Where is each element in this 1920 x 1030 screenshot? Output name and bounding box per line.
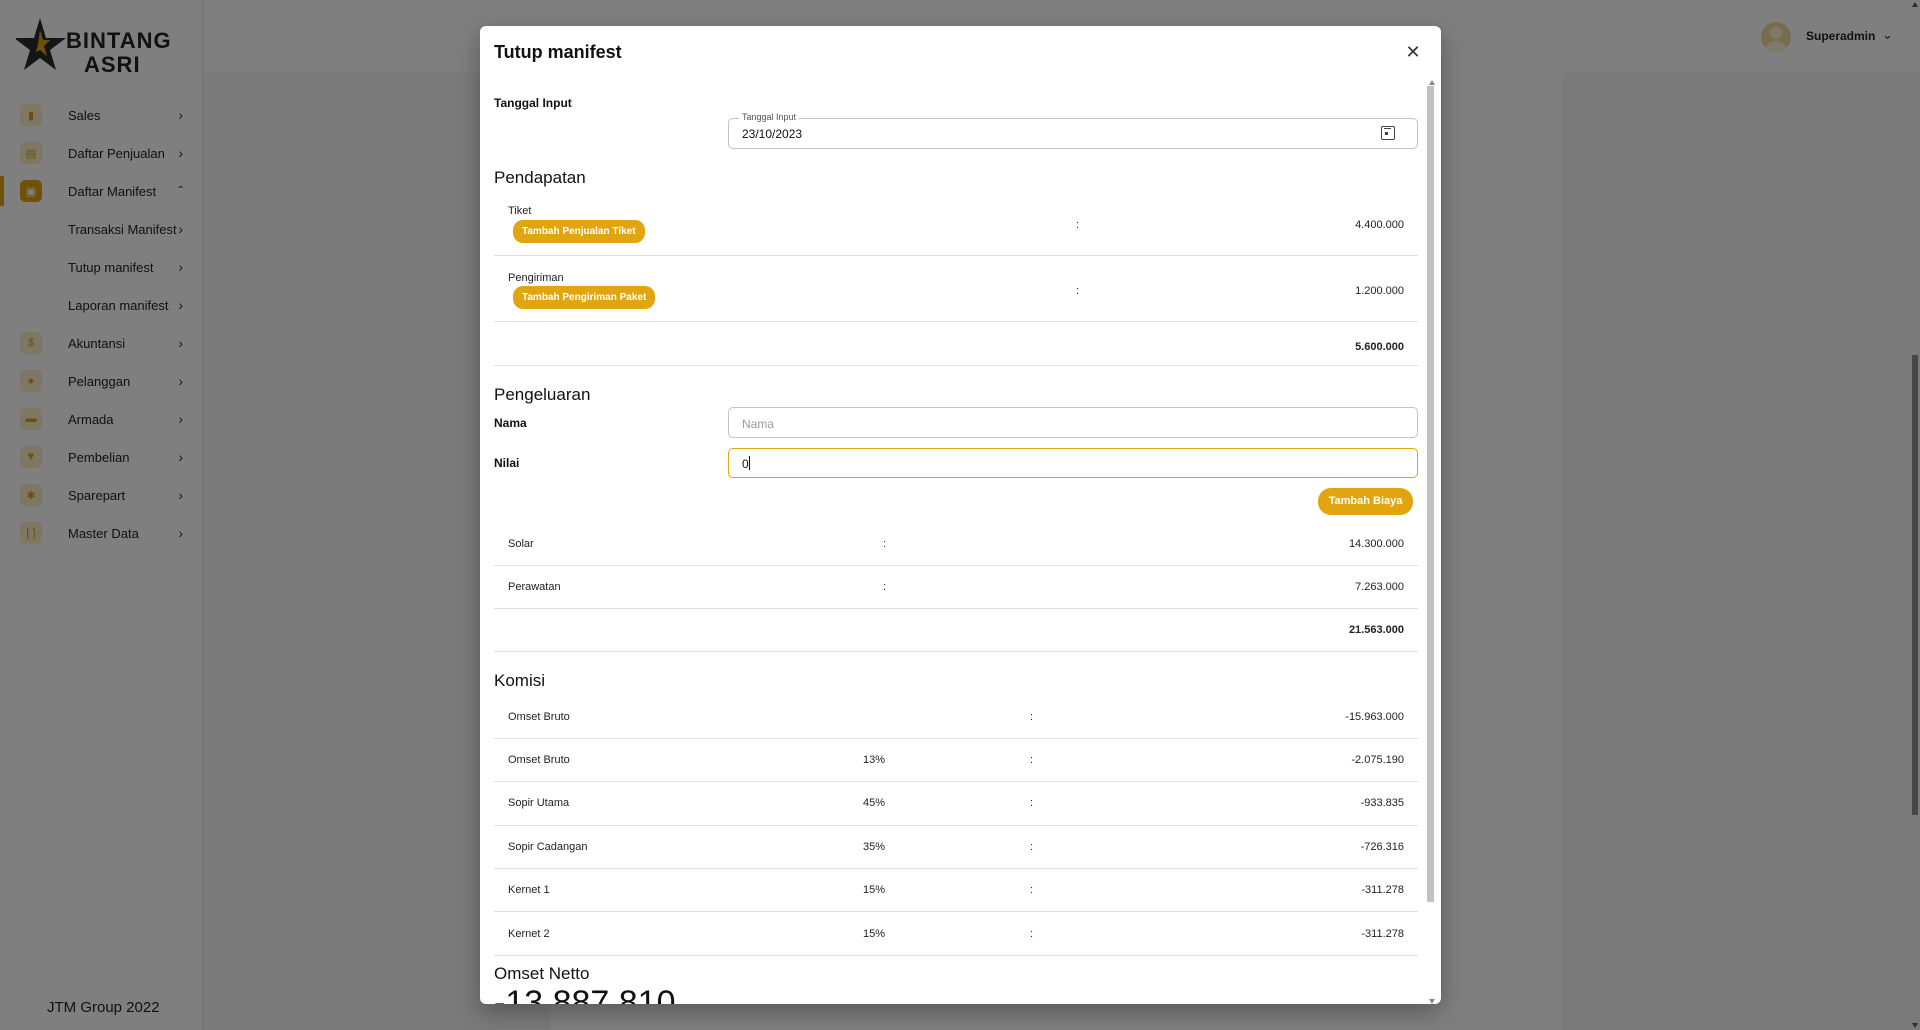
dialog-title: Tutup manifest: [494, 42, 622, 62]
komisi-row-percent: 13%: [863, 754, 886, 766]
row-colon: :: [1076, 219, 1080, 231]
nilai-label: Nilai: [494, 456, 520, 470]
pendapatan-row-label: Tiket: [508, 205, 532, 217]
pendapatan-row-label: Pengiriman: [508, 272, 564, 284]
komisi-row-percent: 15%: [863, 884, 886, 896]
komisi-row-amount: -933.835: [1360, 797, 1404, 809]
komisi-row-amount: -15.963.000: [1345, 711, 1404, 723]
komisi-row-percent: 35%: [863, 841, 886, 853]
omset-netto-value: -13.887.810: [494, 984, 676, 1004]
pengeluaran-row-solar: Solar : 14.300.000: [494, 522, 1418, 566]
pengeluaran-total-row: 21.563.000: [494, 609, 1418, 652]
pengeluaran-row-amount: 7.263.000: [1355, 581, 1404, 593]
pengeluaran-total: 21.563.000: [1348, 624, 1404, 636]
dialog-body: Tanggal Input Tanggal Input 23/10/2023 P…: [494, 80, 1418, 1004]
row-colon: :: [883, 538, 887, 550]
komisi-title: Komisi: [494, 671, 546, 690]
pendapatan-total: 5.600.000: [1355, 341, 1404, 353]
tutup-manifest-dialog: Tutup manifest ✕ Tanggal Input Tanggal I…: [480, 26, 1441, 1004]
komisi-row-amount: -311.278: [1361, 928, 1404, 940]
row-colon: :: [1030, 841, 1034, 853]
pengeluaran-title: Pengeluaran: [494, 385, 591, 404]
komisi-row: Kernet 1 15% : -311.278: [494, 869, 1418, 912]
row-colon: :: [1030, 797, 1034, 809]
pengeluaran-row-perawatan: Perawatan : 7.263.000: [494, 566, 1418, 609]
scroll-up-arrow-icon[interactable]: [1429, 80, 1435, 85]
tanggal-input-field[interactable]: Tanggal Input 23/10/2023: [728, 112, 1418, 149]
omset-netto-title: Omset Netto: [494, 964, 590, 983]
pendapatan-title: Pendapatan: [494, 168, 586, 187]
komisi-row-percent: 15%: [863, 928, 886, 940]
pendapatan-row-pengiriman: Pengiriman Tambah Pengiriman Paket : 1.2…: [494, 256, 1418, 322]
row-colon: :: [1030, 711, 1034, 723]
pengeluaran-row-amount: 14.300.000: [1348, 538, 1404, 550]
komisi-row-label: Kernet 1: [508, 884, 550, 896]
scrollbar-thumb[interactable]: [1427, 86, 1434, 902]
pendapatan-row-amount: 1.200.000: [1355, 285, 1404, 297]
row-colon: :: [1030, 884, 1034, 896]
tanggal-input-value: 23/10/2023: [742, 127, 803, 141]
komisi-row: Kernet 2 15% : -311.278: [494, 912, 1418, 956]
komisi-row-label: Omset Bruto: [508, 711, 570, 723]
pendapatan-total-row: 5.600.000: [494, 322, 1418, 366]
calendar-icon[interactable]: [1381, 126, 1395, 140]
komisi-row: Omset Bruto : -15.963.000: [494, 695, 1418, 739]
nama-label: Nama: [494, 416, 527, 430]
komisi-row-label: Kernet 2: [508, 928, 550, 940]
row-colon: :: [1076, 285, 1080, 297]
tambah-pengiriman-paket-button[interactable]: Tambah Pengiriman Paket: [513, 286, 656, 309]
row-colon: :: [1030, 754, 1034, 766]
text-cursor: [749, 456, 750, 470]
komisi-row-label: Sopir Cadangan: [508, 841, 588, 853]
komisi-row: Omset Bruto 13% : -2.075.190: [494, 739, 1418, 782]
pendapatan-row-tiket: Tiket Tambah Penjualan Tiket : 4.400.000: [494, 198, 1418, 256]
nama-input[interactable]: Nama: [728, 407, 1418, 438]
komisi-row-amount: -2.075.190: [1351, 754, 1404, 766]
pengeluaran-row-label: Perawatan: [508, 581, 561, 593]
tanggal-input-floating-label: Tanggal Input: [739, 112, 800, 122]
row-colon: :: [883, 581, 887, 593]
tambah-penjualan-tiket-button[interactable]: Tambah Penjualan Tiket: [513, 220, 645, 243]
komisi-row: Sopir Cadangan 35% : -726.316: [494, 826, 1418, 869]
tambah-biaya-button[interactable]: Tambah Biaya: [1318, 488, 1413, 515]
komisi-row: Sopir Utama 45% : -933.835: [494, 782, 1418, 826]
pendapatan-row-amount: 4.400.000: [1355, 219, 1404, 231]
komisi-row-amount: -726.316: [1360, 841, 1404, 853]
nilai-value: 0: [742, 457, 749, 471]
tanggal-input-label: Tanggal Input: [494, 96, 572, 110]
komisi-row-label: Sopir Utama: [508, 797, 570, 809]
komisi-row-percent: 45%: [863, 797, 886, 809]
komisi-row-amount: -311.278: [1361, 884, 1404, 896]
close-icon[interactable]: ✕: [1401, 40, 1425, 64]
scroll-down-arrow-icon[interactable]: [1429, 999, 1435, 1004]
nama-placeholder: Nama: [742, 417, 775, 431]
komisi-row-label: Omset Bruto: [508, 754, 570, 766]
row-colon: :: [1030, 928, 1034, 940]
pengeluaran-row-label: Solar: [508, 538, 534, 550]
dialog-scrollbar[interactable]: [1426, 80, 1436, 1004]
nilai-input[interactable]: 0: [728, 448, 1418, 478]
